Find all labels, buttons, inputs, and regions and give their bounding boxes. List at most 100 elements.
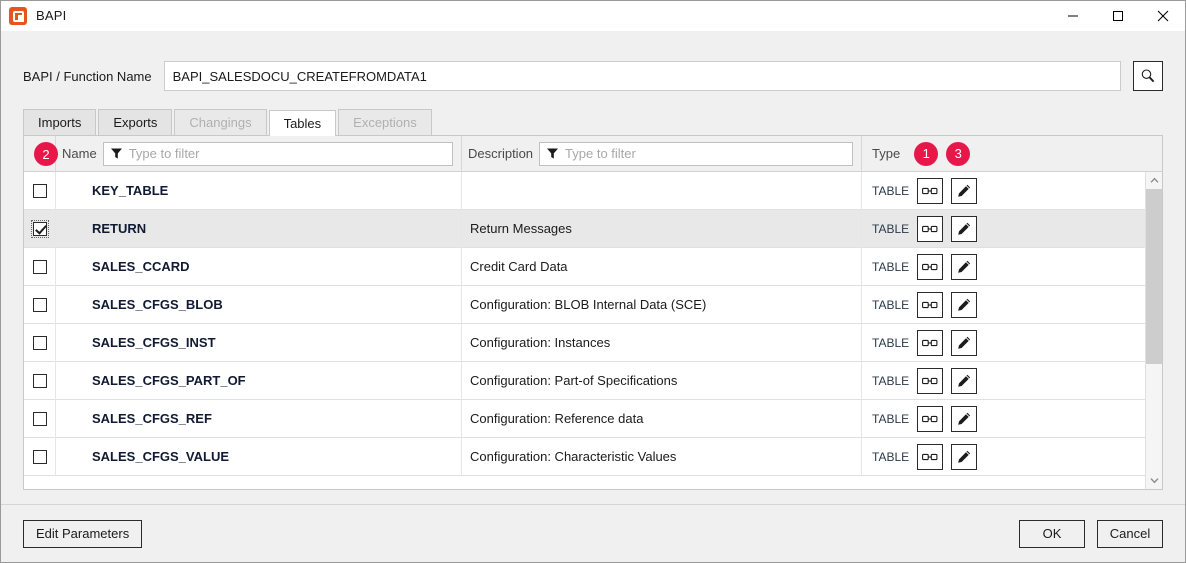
glasses-icon xyxy=(922,339,938,346)
row-edit-button[interactable] xyxy=(951,253,978,280)
pencil-icon xyxy=(958,374,971,387)
row-checkbox[interactable] xyxy=(32,411,47,426)
row-edit-button[interactable] xyxy=(951,215,978,242)
tab-imports[interactable]: Imports xyxy=(23,109,97,135)
row-view-button[interactable] xyxy=(917,177,944,204)
table-row[interactable]: SALES_CFGS_INST Configuration: Instances T… xyxy=(24,323,1162,362)
row-checkbox-cell[interactable] xyxy=(24,437,56,476)
row-name: SALES_CCARD xyxy=(56,247,462,286)
tab-exceptions: Exceptions xyxy=(338,109,432,135)
row-name: SALES_CFGS_INST xyxy=(56,323,462,362)
description-filter-box[interactable] xyxy=(539,141,853,166)
table-row[interactable]: RETURN Return Messages TABLE xyxy=(24,209,1162,248)
tab-tables[interactable]: Tables xyxy=(268,110,337,136)
row-checkbox[interactable] xyxy=(32,335,47,350)
table-row[interactable]: SALES_CFGS_VALUE Configuration: Character… xyxy=(24,437,1162,476)
scroll-up-button[interactable] xyxy=(1146,172,1162,189)
row-checkbox[interactable] xyxy=(32,373,47,388)
row-checkbox[interactable] xyxy=(32,297,47,312)
row-type: TABLE xyxy=(872,183,910,198)
row-type: TABLE xyxy=(872,373,910,388)
row-view-button[interactable] xyxy=(917,329,944,356)
glasses-icon xyxy=(922,453,938,460)
description-filter-input[interactable] xyxy=(565,146,846,161)
row-type-cell: TABLE xyxy=(862,210,1162,248)
row-type: TABLE xyxy=(872,297,910,312)
glasses-icon xyxy=(922,263,938,270)
row-edit-button[interactable] xyxy=(951,443,978,470)
close-button[interactable] xyxy=(1140,1,1185,31)
header-type-label: Type xyxy=(872,146,901,161)
row-type: TABLE xyxy=(872,259,910,274)
header-type-cell: Type 1 3 xyxy=(862,136,1162,172)
row-view-button[interactable] xyxy=(917,215,944,242)
search-button[interactable] xyxy=(1133,61,1163,91)
row-edit-button[interactable] xyxy=(951,291,978,318)
row-type-cell: TABLE xyxy=(862,248,1162,286)
row-checkbox[interactable] xyxy=(32,449,47,464)
table-row[interactable]: SALES_CFGS_BLOB Configuration: BLOB Inter… xyxy=(24,285,1162,324)
row-name: SALES_CFGS_BLOB xyxy=(56,285,462,324)
bapi-dialog: BAPI BAPI / Function Name BAPI_SALESDOCU… xyxy=(0,0,1186,563)
row-type-cell: TABLE xyxy=(862,362,1162,400)
row-edit-button[interactable] xyxy=(951,177,978,204)
row-description: Return Messages xyxy=(462,209,862,248)
row-view-button[interactable] xyxy=(917,291,944,318)
row-description: Configuration: Part-of Specifications xyxy=(462,361,862,400)
glasses-icon xyxy=(922,225,938,232)
ok-button[interactable]: OK xyxy=(1019,519,1085,548)
row-checkbox-cell[interactable] xyxy=(24,247,56,286)
function-name-input[interactable] xyxy=(163,61,1121,91)
table-row[interactable]: SALES_CFGS_REF Configuration: Reference d… xyxy=(24,399,1162,438)
tab-changings: Changings xyxy=(174,109,267,135)
minimize-button[interactable] xyxy=(1050,1,1095,31)
row-description: Credit Card Data xyxy=(462,247,862,286)
parameters-grid: 2 Name Description xyxy=(23,135,1163,490)
title-bar: BAPI xyxy=(1,1,1185,31)
row-edit-button[interactable] xyxy=(951,367,978,394)
glasses-icon xyxy=(922,377,938,384)
row-type-cell: TABLE xyxy=(862,438,1162,476)
scrollbar-thumb[interactable] xyxy=(1146,189,1162,365)
scrollbar-track[interactable] xyxy=(1146,189,1162,472)
window-controls xyxy=(1050,1,1185,31)
glasses-icon xyxy=(922,301,938,308)
row-edit-button[interactable] xyxy=(951,329,978,356)
badge-type-column: 1 xyxy=(914,141,939,166)
row-checkbox-cell[interactable] xyxy=(24,399,56,438)
row-checkbox-cell[interactable] xyxy=(24,172,56,210)
row-checkbox[interactable] xyxy=(32,259,47,274)
name-filter-input[interactable] xyxy=(128,146,446,161)
row-view-button[interactable] xyxy=(917,367,944,394)
row-view-button[interactable] xyxy=(917,405,944,432)
row-name: SALES_CFGS_REF xyxy=(56,399,462,438)
row-checkbox-cell[interactable] xyxy=(24,285,56,324)
footer-actions: OK Cancel xyxy=(1019,519,1163,548)
row-view-button[interactable] xyxy=(917,253,944,280)
row-view-button[interactable] xyxy=(917,443,944,470)
edit-parameters-button[interactable]: Edit Parameters xyxy=(23,519,143,548)
row-edit-button[interactable] xyxy=(951,405,978,432)
table-row[interactable]: KEY_TABLE TABLE xyxy=(24,172,1162,210)
function-name-row: BAPI / Function Name xyxy=(1,59,1185,93)
name-filter-box[interactable] xyxy=(102,141,453,166)
tab-exports[interactable]: Exports xyxy=(98,109,173,135)
row-checkbox[interactable] xyxy=(32,183,47,198)
grid-vertical-scrollbar[interactable] xyxy=(1145,172,1162,489)
scroll-down-button[interactable] xyxy=(1146,472,1162,489)
pencil-icon xyxy=(958,184,971,197)
row-checkbox-cell[interactable] xyxy=(24,323,56,362)
window-title: BAPI xyxy=(36,8,67,23)
rows-area: KEY_TABLE TABLE RETURN Return Messages TABLE… xyxy=(24,172,1162,489)
row-checkbox-cell[interactable] xyxy=(24,209,56,248)
row-checkbox-cell[interactable] xyxy=(24,361,56,400)
row-checkbox[interactable] xyxy=(30,219,49,238)
row-type-cell: TABLE xyxy=(862,172,1162,210)
table-row[interactable]: SALES_CCARD Credit Card Data TABLE xyxy=(24,247,1162,286)
header-description-cell: Description xyxy=(462,135,862,172)
cancel-button[interactable]: Cancel xyxy=(1097,519,1163,548)
row-description xyxy=(462,172,862,210)
maximize-button[interactable] xyxy=(1095,1,1140,31)
table-row[interactable]: SALES_CFGS_PART_OF Configuration: Part-of… xyxy=(24,361,1162,400)
row-type: TABLE xyxy=(872,411,910,426)
